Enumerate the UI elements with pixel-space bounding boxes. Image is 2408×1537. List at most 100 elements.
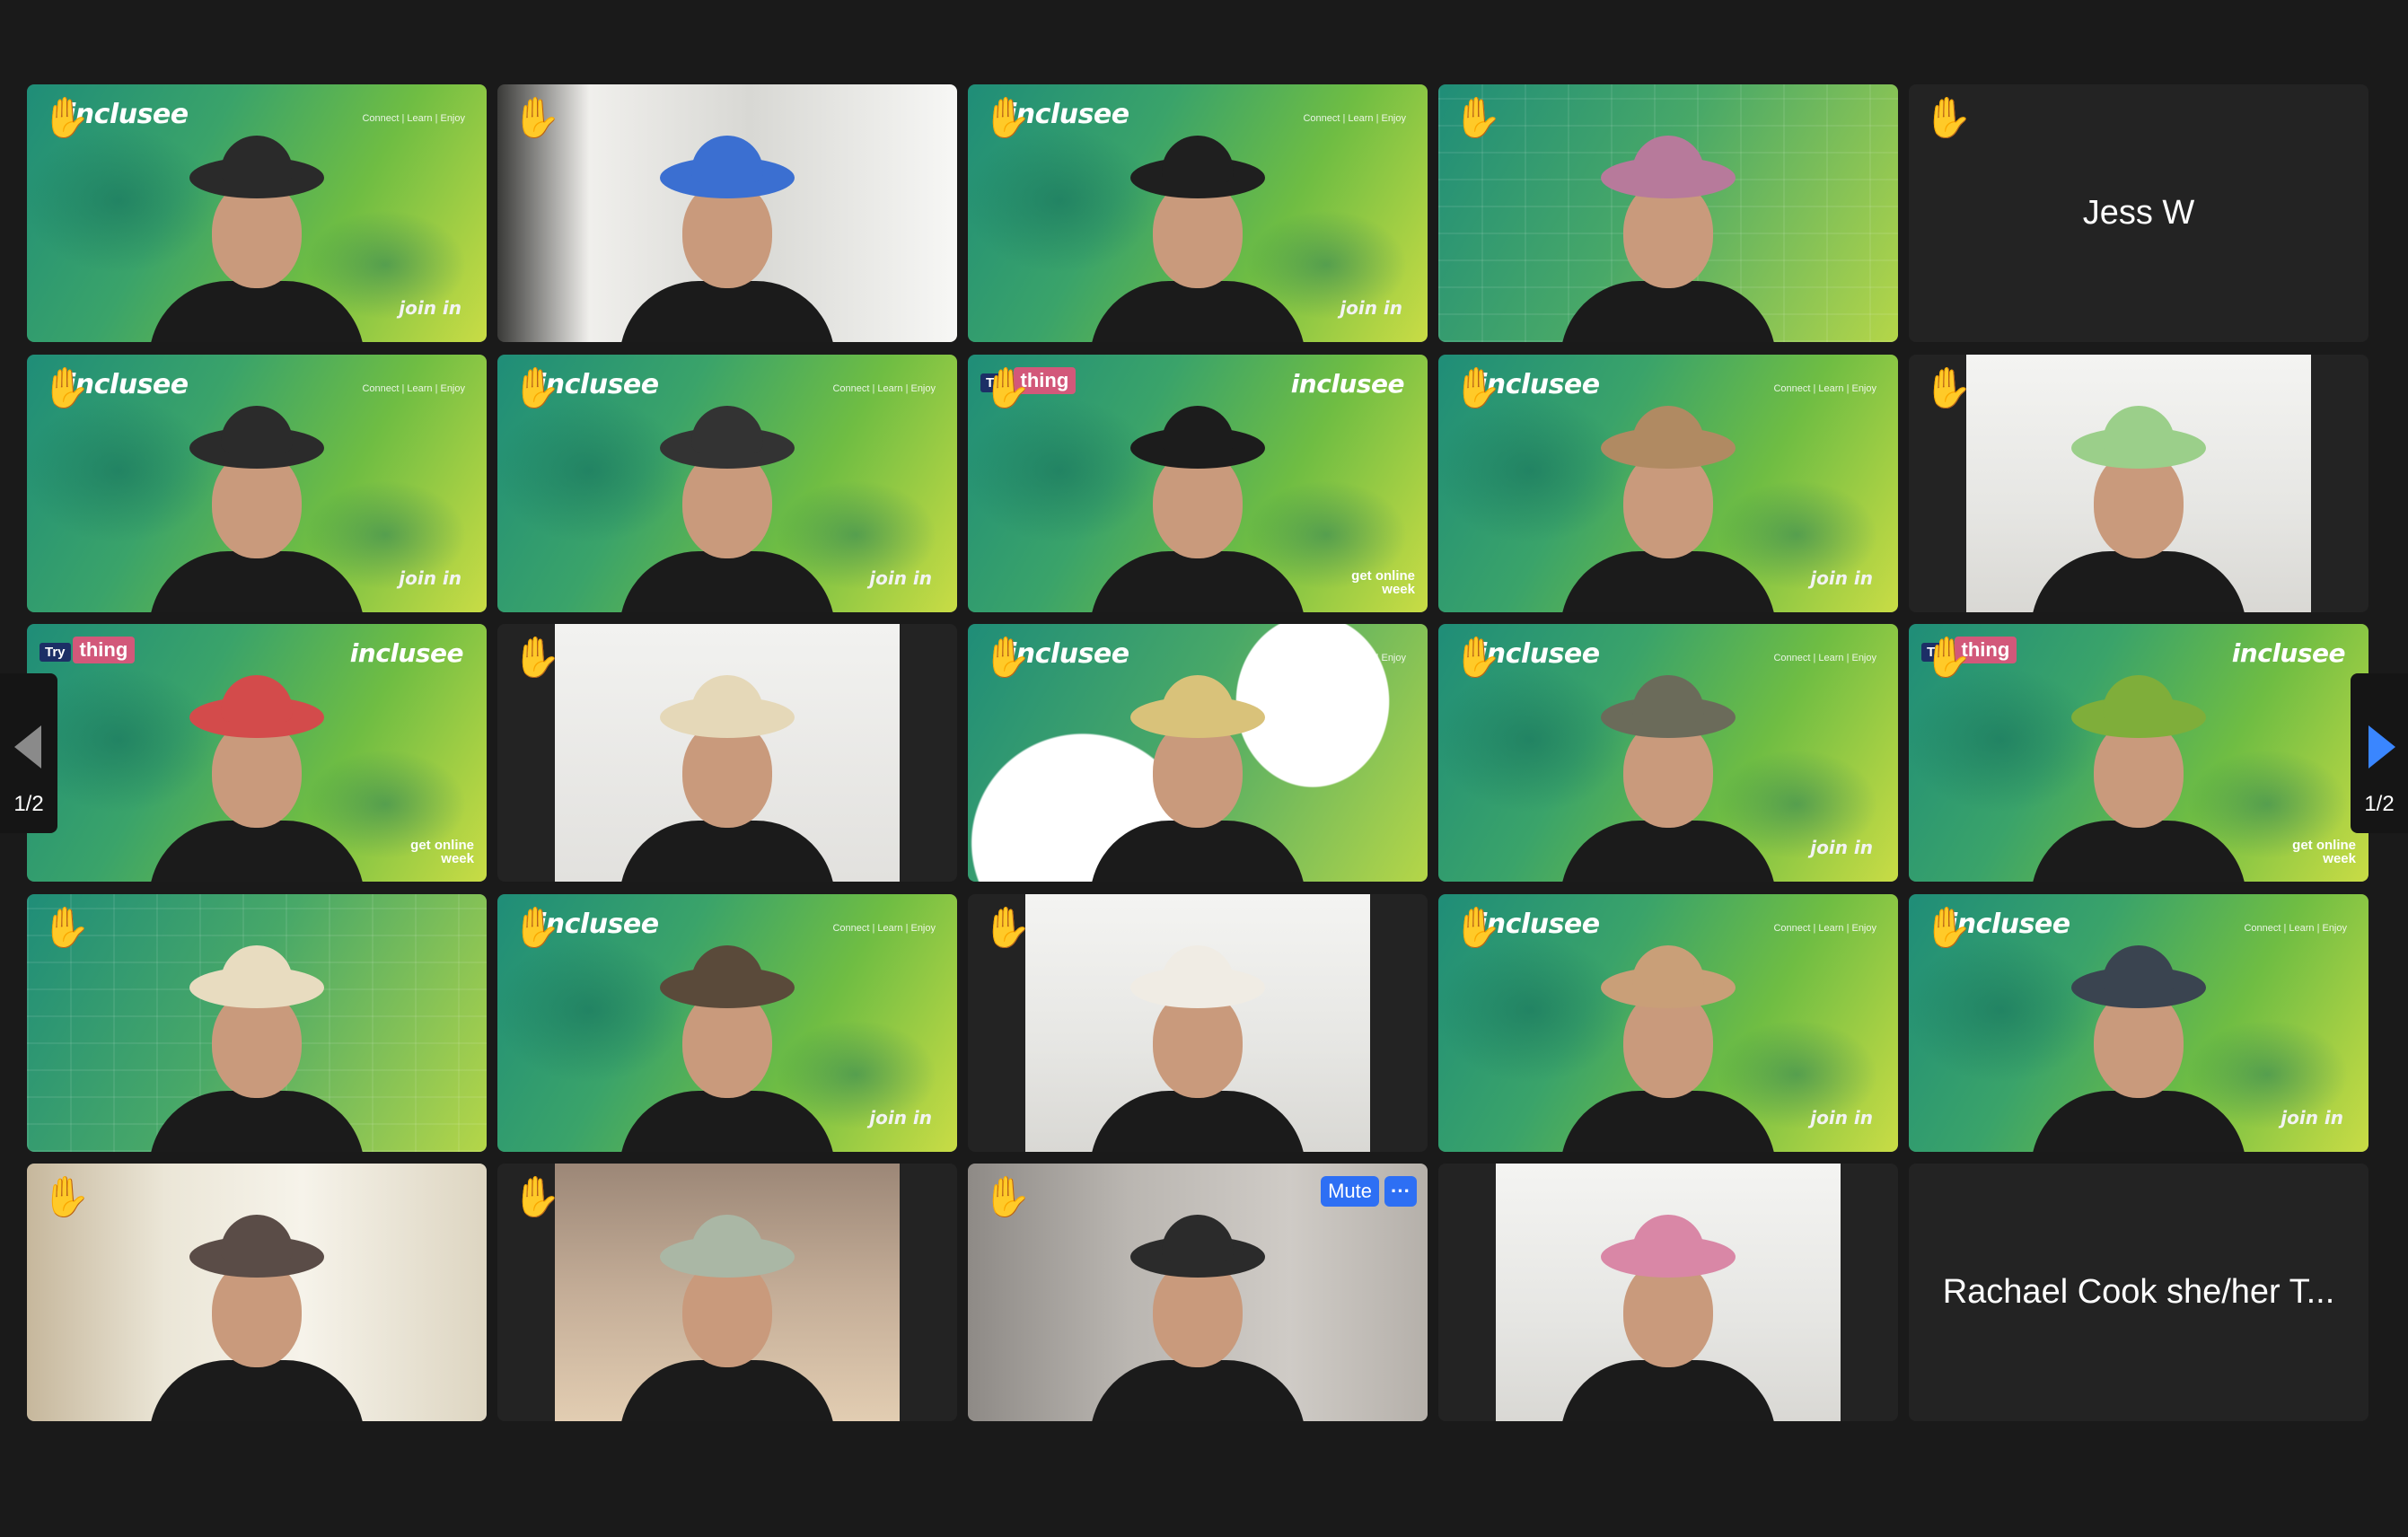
participant-tile[interactable] [1438, 1164, 1898, 1421]
hat-shape [2071, 675, 2206, 738]
participant-video: inclusee Connect | Learn | Enjoy join in [1438, 893, 1898, 1152]
participant-video: inclusee Connect | Learn | Enjoy join in [27, 354, 487, 612]
participant-tile[interactable]: Jess W ✋ [1909, 84, 2368, 342]
participant-tile[interactable]: Rachael Cook she/her T... [1909, 1164, 2368, 1421]
participant-silhouette [1551, 405, 1785, 612]
raised-hand-icon: ✋ [1453, 96, 1502, 140]
chevron-left-icon [14, 725, 41, 768]
background-tagline: Connect | Learn | Enjoy [362, 113, 465, 124]
participant-video [1496, 1164, 1841, 1421]
participant-silhouette [611, 675, 844, 882]
mute-button[interactable]: Mute [1321, 1176, 1379, 1207]
join-in-logo: join in [1810, 566, 1873, 589]
raised-hand-icon: ✋ [982, 365, 1032, 410]
next-page-button[interactable]: 1/2 [2351, 673, 2408, 833]
participant-silhouette [1081, 405, 1314, 612]
try-a-thing-logo: Try thing [40, 637, 136, 663]
participant-video: inclusee Try thing get online week [968, 354, 1428, 612]
join-in-logo: join in [2281, 1106, 2343, 1129]
participant-silhouette [1081, 675, 1314, 882]
background-tagline: Connect | Learn | Enjoy [1773, 382, 1876, 394]
chevron-right-icon [2368, 725, 2395, 768]
participant-tile[interactable]: inclusee Connect | Learn | Enjoy join in ✋ [27, 84, 487, 342]
participant-name: Jess W [2082, 194, 2195, 232]
raised-hand-icon: ✋ [982, 905, 1032, 950]
participant-video [497, 84, 957, 342]
get-online-week-logo: get online week [1351, 567, 1415, 597]
participant-silhouette [611, 944, 844, 1152]
raised-hand-icon: ✋ [1453, 636, 1502, 680]
raised-hand-icon: ✋ [1923, 636, 1973, 680]
participant-silhouette [1551, 1215, 1785, 1421]
participant-silhouette [140, 944, 374, 1152]
join-in-logo: join in [1340, 297, 1402, 319]
participant-tile[interactable]: ✋ [497, 624, 957, 882]
hat-shape [1130, 944, 1265, 1008]
hat-shape [1130, 405, 1265, 469]
participant-tile[interactable]: inclusee Connect | Learn | Enjoy join in ✋ [497, 893, 957, 1152]
thing-label: thing [72, 637, 136, 663]
join-in-logo: join in [399, 566, 461, 589]
hat-shape [1601, 405, 1736, 469]
participant-video: inclusee Connect | Learn | Enjoy [968, 624, 1428, 882]
try-label: Try [40, 643, 71, 662]
participant-tile[interactable]: ✋ [497, 1164, 957, 1421]
participant-tile[interactable]: inclusee Connect | Learn | Enjoy join in ✋ [1438, 893, 1898, 1152]
hat-shape [1601, 944, 1736, 1008]
participant-tile[interactable]: inclusee Connect | Learn | Enjoy join in ✋ [1438, 624, 1898, 882]
participant-tile[interactable]: inclusee Try thing get online week [27, 624, 487, 882]
hat-shape [1130, 136, 1265, 198]
participant-tile[interactable]: ✋ [1438, 84, 1898, 342]
hat-shape [1601, 136, 1736, 198]
raised-hand-icon: ✋ [1453, 905, 1502, 950]
participant-silhouette [1081, 136, 1314, 342]
participant-video: inclusee Connect | Learn | Enjoy join in [1438, 624, 1898, 882]
participant-video [555, 1164, 900, 1421]
background-tagline: Connect | Learn | Enjoy [832, 922, 936, 934]
hat-shape [1601, 1215, 1736, 1278]
join-in-logo: join in [399, 297, 461, 319]
participant-tile[interactable]: inclusee Connect | Learn | Enjoy join in ✋ [1909, 893, 2368, 1152]
more-options-button[interactable]: ··· [1384, 1176, 1417, 1207]
participant-tile[interactable]: ✋ [968, 893, 1428, 1152]
inclusee-logo: inclusee [2231, 638, 2346, 668]
participant-tile[interactable]: ✋ [27, 893, 487, 1152]
raised-hand-icon: ✋ [982, 636, 1032, 680]
participant-silhouette [1551, 675, 1785, 882]
page-indicator-left: 1/2 [13, 792, 44, 816]
participant-tile[interactable]: ✋ [1909, 354, 2368, 612]
hat-shape [1130, 1215, 1265, 1278]
inclusee-logo: inclusee [1290, 368, 1405, 399]
background-tagline: Connect | Learn | Enjoy [1773, 922, 1876, 934]
participant-video [555, 624, 900, 882]
participant-tile[interactable]: inclusee Try thing get online week ✋ [968, 354, 1428, 612]
participant-silhouette [140, 675, 374, 882]
previous-page-button[interactable]: 1/2 [0, 673, 57, 833]
participant-silhouette [2022, 944, 2255, 1152]
background-tagline: Connect | Learn | Enjoy [362, 382, 465, 394]
get-online-week-logo: get online week [410, 838, 474, 866]
join-in-logo: join in [869, 566, 932, 589]
participant-tile[interactable]: ✋ Mute ··· [968, 1164, 1428, 1421]
participant-video: inclusee Try thing get online week [27, 624, 487, 882]
participant-video: inclusee Connect | Learn | Enjoy join in [497, 893, 957, 1152]
participant-tile[interactable]: inclusee Connect | Learn | Enjoy join in ✋ [968, 84, 1428, 342]
participant-tile[interactable]: ✋ [497, 84, 957, 342]
raised-hand-icon: ✋ [1453, 365, 1502, 410]
raised-hand-icon: ✋ [512, 365, 561, 410]
participant-video [1025, 893, 1370, 1152]
participant-name: Rachael Cook she/her T... [1942, 1273, 2335, 1311]
participant-tile[interactable]: inclusee Connect | Learn | Enjoy join in ✋ [497, 354, 957, 612]
hat-shape [2071, 405, 2206, 469]
participant-tile[interactable]: inclusee Connect | Learn | Enjoy ✋ [968, 624, 1428, 882]
participant-tile[interactable]: inclusee Connect | Learn | Enjoy join in ✋ [1438, 354, 1898, 612]
hat-shape [660, 1215, 795, 1278]
participant-video [1966, 354, 2311, 612]
raised-hand-icon: ✋ [41, 1175, 91, 1219]
participant-tile[interactable]: inclusee Try thing get online week ✋ [1909, 624, 2368, 882]
participant-silhouette [611, 136, 844, 342]
get-online-week-logo: get online week [2292, 838, 2356, 866]
participant-silhouette [611, 1215, 844, 1421]
participant-tile[interactable]: ✋ [27, 1164, 487, 1421]
participant-tile[interactable]: inclusee Connect | Learn | Enjoy join in ✋ [27, 354, 487, 612]
